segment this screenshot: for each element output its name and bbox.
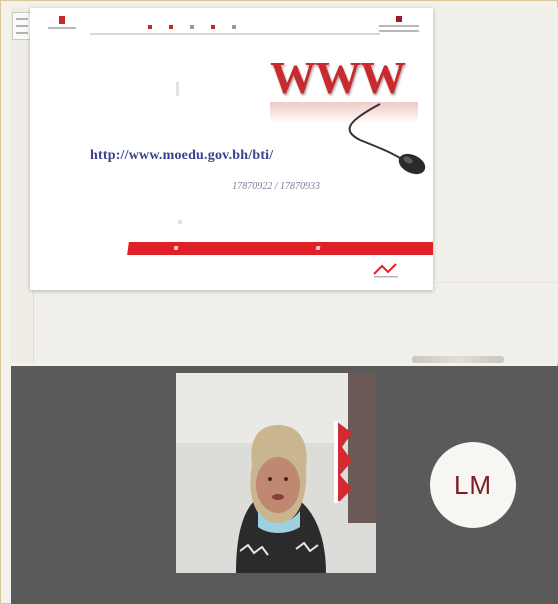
participant-video-frame [176, 373, 376, 573]
ministry-logo-right [379, 16, 419, 38]
faint-mark [178, 220, 182, 224]
slide-header [30, 8, 433, 42]
header-rule [90, 33, 380, 35]
www-logo: WWW [270, 52, 406, 103]
participant-video[interactable] [176, 373, 376, 573]
website-url: http://www.moedu.gov.bh/bti/ [90, 148, 274, 163]
ministry-logo-left [48, 16, 76, 36]
presenter-caption [412, 356, 504, 363]
phone-numbers: 17870922 / 17870933 [232, 181, 320, 192]
faint-mark [176, 82, 179, 96]
stamp-logo [373, 263, 398, 278]
divider [432, 282, 558, 283]
computer-mouse-icon [348, 103, 426, 175]
header-decoration [148, 16, 253, 34]
footer-red-bar [127, 242, 433, 255]
participant-avatar[interactable]: LM [430, 442, 516, 528]
presentation-slide: WWW http://www.moedu.gov.bh/bti/ 1787092… [30, 8, 433, 290]
thumbnail-tab[interactable] [12, 12, 32, 40]
